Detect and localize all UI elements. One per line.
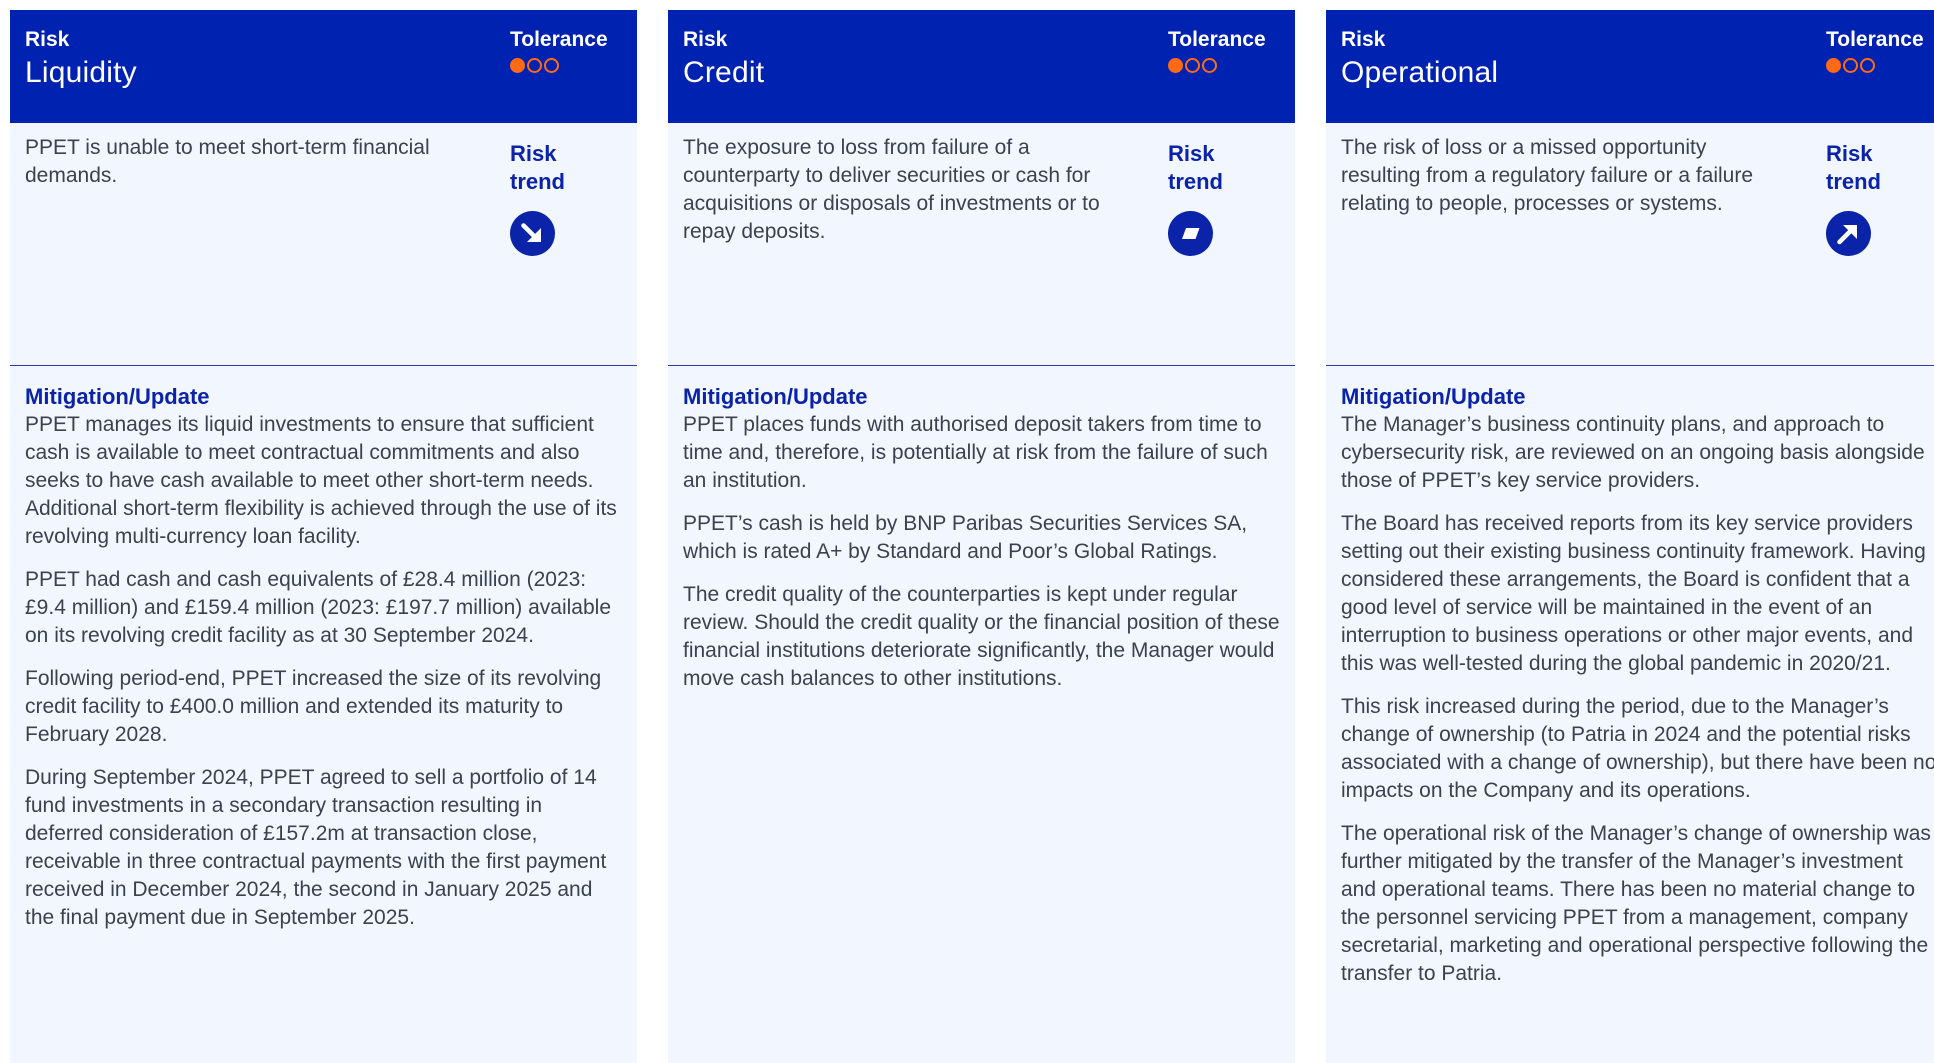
mitigation-section: Mitigation/Update PPET places funds with… bbox=[668, 366, 1295, 693]
risk-description-section: The risk of loss or a missed opportunity… bbox=[1326, 123, 1934, 366]
tolerance-label: Tolerance bbox=[510, 28, 608, 51]
risk-description-section: PPET is unable to meet short-term financ… bbox=[10, 123, 637, 366]
mitigation-heading: Mitigation/Update bbox=[683, 384, 868, 409]
tolerance-dot bbox=[1860, 58, 1875, 73]
mitigation-section: Mitigation/Update PPET manages its liqui… bbox=[10, 366, 637, 932]
risk-description: The exposure to loss from failure of a c… bbox=[683, 136, 1100, 243]
tolerance-dot bbox=[510, 58, 525, 73]
risk-label: Risk bbox=[1341, 28, 1386, 51]
tolerance-dot bbox=[1185, 58, 1200, 73]
mitigation-paragraph: The Board has received reports from its … bbox=[1341, 512, 1926, 675]
risk-trend-label: Risk trend bbox=[510, 141, 565, 194]
mitigation-paragraph: Following period-end, PPET increased the… bbox=[25, 667, 602, 746]
risk-title: Liquidity bbox=[25, 56, 137, 89]
mitigation-heading: Mitigation/Update bbox=[1341, 384, 1526, 409]
risk-card-credit: Risk Credit Tolerance The exposure to lo… bbox=[668, 10, 1295, 1063]
tolerance-label: Tolerance bbox=[1168, 28, 1266, 51]
mitigation-paragraph: PPET had cash and cash equivalents of £2… bbox=[25, 568, 612, 647]
mitigation-paragraph: PPET’s cash is held by BNP Paribas Secur… bbox=[683, 512, 1248, 563]
mitigation-paragraph: PPET manages its liquid investments to e… bbox=[25, 413, 617, 548]
stable-trend-icon bbox=[1168, 211, 1213, 256]
arrow-down-right-icon bbox=[510, 211, 555, 256]
mitigation-section: Mitigation/Update The Manager’s business… bbox=[1326, 366, 1934, 988]
mitigation-paragraph: This risk increased during the period, d… bbox=[1341, 695, 1934, 802]
tolerance-dot bbox=[1202, 58, 1217, 73]
tolerance-dot bbox=[1843, 58, 1858, 73]
card-header: Risk Credit Tolerance bbox=[668, 10, 1295, 123]
risk-label: Risk bbox=[25, 28, 70, 51]
risk-trend-label: Risk trend bbox=[1826, 141, 1881, 194]
mitigation-paragraph: During September 2024, PPET agreed to se… bbox=[25, 766, 607, 929]
card-header: Risk Liquidity Tolerance bbox=[10, 10, 637, 123]
tolerance-dot bbox=[1168, 58, 1183, 73]
arrow-up-right-icon bbox=[1826, 211, 1871, 256]
risk-card-operational: Risk Operational Tolerance The risk of l… bbox=[1326, 10, 1934, 1063]
risk-description: The risk of loss or a missed opportunity… bbox=[1341, 136, 1754, 215]
mitigation-heading: Mitigation/Update bbox=[25, 384, 210, 409]
tolerance-indicator bbox=[1168, 58, 1217, 73]
tolerance-dot bbox=[1826, 58, 1841, 73]
mitigation-paragraph: The Manager’s business continuity plans,… bbox=[1341, 413, 1925, 492]
tolerance-indicator bbox=[1826, 58, 1875, 73]
risk-title: Operational bbox=[1341, 56, 1499, 89]
tolerance-dot bbox=[527, 58, 542, 73]
risk-trend-label: Risk trend bbox=[1168, 141, 1223, 194]
mitigation-paragraph: The operational risk of the Manager’s ch… bbox=[1341, 822, 1931, 985]
tolerance-label: Tolerance bbox=[1826, 28, 1924, 51]
risk-label: Risk bbox=[683, 28, 728, 51]
risk-description-section: The exposure to loss from failure of a c… bbox=[668, 123, 1295, 366]
tolerance-dot bbox=[544, 58, 559, 73]
risk-description: PPET is unable to meet short-term financ… bbox=[25, 136, 430, 187]
risk-card-liquidity: Risk Liquidity Tolerance PPET is unable … bbox=[10, 10, 637, 1063]
risk-title: Credit bbox=[683, 56, 765, 89]
tolerance-indicator bbox=[510, 58, 559, 73]
mitigation-paragraph: PPET places funds with authorised deposi… bbox=[683, 413, 1268, 492]
card-header: Risk Operational Tolerance bbox=[1326, 10, 1934, 123]
mitigation-paragraph: The credit quality of the counterparties… bbox=[683, 583, 1280, 690]
